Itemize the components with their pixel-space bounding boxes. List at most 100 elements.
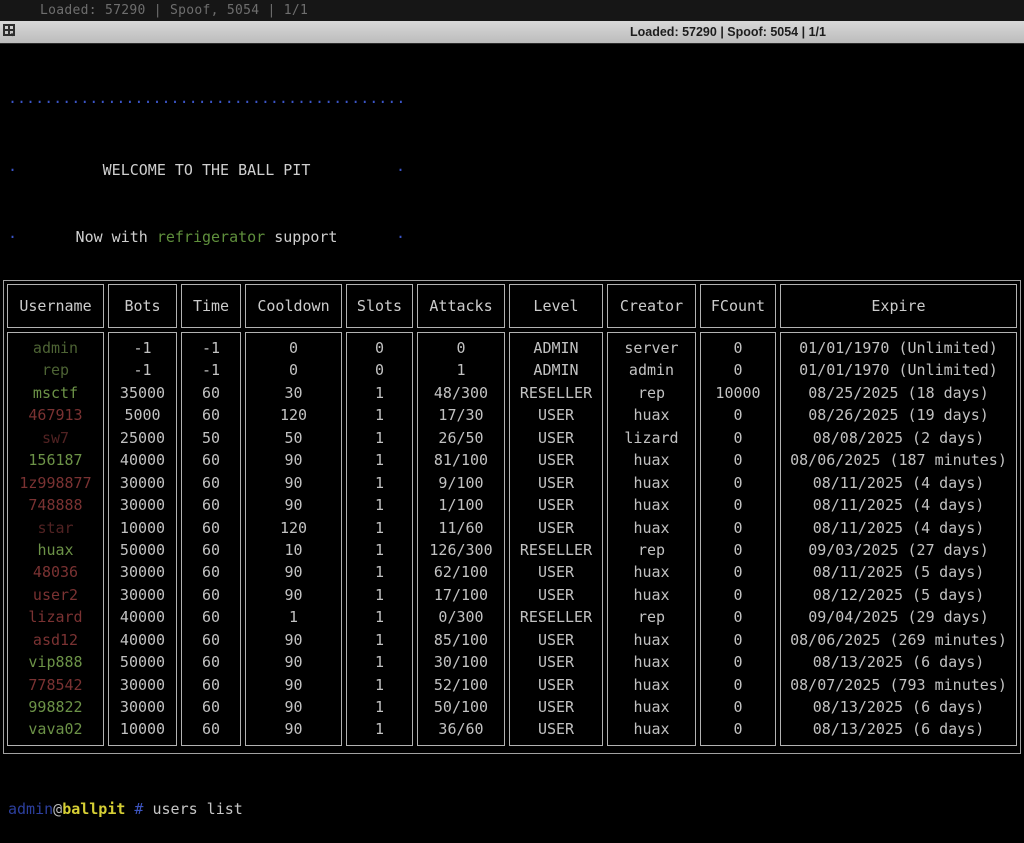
cell-fcount: 0 [701,517,775,539]
cell-slots: 0 [347,337,412,359]
cell-username: vava02 [8,718,103,740]
cell-expire: 01/01/1970 (Unlimited) [781,337,1016,359]
cell-attacks: 1 [418,359,504,381]
cell-expire: 08/11/2025 (4 days) [781,472,1016,494]
users-table-header: UsernameBotsTimeCooldownSlotsAttacksLeve… [7,284,1017,328]
cell-expire: 08/25/2025 (18 days) [781,382,1016,404]
cell-time: 60 [182,718,240,740]
cell-expire: 08/11/2025 (5 days) [781,561,1016,583]
banner-left-dot: · [8,226,17,249]
cell-creator: huax [608,517,695,539]
col-expire: 01/01/1970 (Unlimited)01/01/1970 (Unlimi… [780,332,1017,746]
cell-expire: 08/06/2025 (187 minutes) [781,449,1016,471]
cell-bots: 10000 [109,718,176,740]
col-header-fcount: FCount [700,284,776,328]
cell-slots: 1 [347,382,412,404]
cell-slots: 1 [347,696,412,718]
cell-creator: rep [608,539,695,561]
cell-attacks: 0/300 [418,606,504,628]
cell-level: USER [510,584,602,606]
cell-level: USER [510,718,602,740]
cell-username: 748888 [8,494,103,516]
col-header-username: Username [7,284,104,328]
cell-slots: 1 [347,494,412,516]
cell-time: 60 [182,629,240,651]
col-cooldown: 00301205090909012010909019090909090 [245,332,342,746]
cell-time: 60 [182,404,240,426]
cell-level: RESELLER [510,539,602,561]
cell-level: USER [510,494,602,516]
cell-attacks: 50/100 [418,696,504,718]
cell-creator: huax [608,404,695,426]
cell-expire: 01/01/1970 (Unlimited) [781,359,1016,381]
cell-bots: 30000 [109,584,176,606]
cell-bots: 30000 [109,472,176,494]
col-level: ADMINADMINRESELLERUSERUSERUSERUSERUSERUS… [509,332,603,746]
col-time: -1-160605060606060606060606060606060 [181,332,241,746]
cell-cooldown: 90 [246,718,341,740]
cell-slots: 0 [347,359,412,381]
cell-fcount: 10000 [701,382,775,404]
cell-time: 60 [182,561,240,583]
banner-subtitle: Now with refrigerator support [76,226,338,249]
cell-username: 1z998877 [8,472,103,494]
cell-slots: 1 [347,472,412,494]
cell-bots: 30000 [109,696,176,718]
prompt-user: admin [8,800,53,818]
cell-level: RESELLER [510,382,602,404]
cell-cooldown: 90 [246,674,341,696]
cell-creator: huax [608,674,695,696]
cell-fcount: 0 [701,427,775,449]
cell-bots: 10000 [109,517,176,539]
cell-cooldown: 90 [246,449,341,471]
cell-level: ADMIN [510,359,602,381]
cell-time: 60 [182,674,240,696]
col-header-cooldown: Cooldown [245,284,342,328]
cell-fcount: 0 [701,629,775,651]
top-status-text: Loaded: 57290 | Spoof, 5054 | 1/1 [40,3,308,18]
window-titlebar: ▾ Loaded: 57290 | Spoof: 5054 | 1/1 [0,21,1024,44]
cell-level: USER [510,449,602,471]
cell-expire: 08/13/2025 (6 days) [781,651,1016,673]
cell-creator: huax [608,629,695,651]
cell-username: user2 [8,584,103,606]
cell-expire: 08/12/2025 (5 days) [781,584,1016,606]
col-header-attacks: Attacks [417,284,505,328]
cell-attacks: 36/60 [418,718,504,740]
cell-attacks: 17/30 [418,404,504,426]
cell-fcount: 0 [701,472,775,494]
cell-time: 60 [182,472,240,494]
cell-bots: 30000 [109,494,176,516]
window-menu-icon[interactable]: ▾ [3,24,20,41]
banner-title: WELCOME TO THE BALL PIT [103,159,311,182]
cell-expire: 09/04/2025 (29 days) [781,606,1016,628]
cell-creator: huax [608,472,695,494]
cell-creator: lizard [608,427,695,449]
cell-bots: -1 [109,359,176,381]
cell-creator: rep [608,606,695,628]
cell-level: USER [510,651,602,673]
users-table: UsernameBotsTimeCooldownSlotsAttacksLeve… [3,280,1021,754]
col-header-creator: Creator [607,284,696,328]
cell-attacks: 81/100 [418,449,504,471]
cell-attacks: 1/100 [418,494,504,516]
cell-username: 48036 [8,561,103,583]
cell-username: 156187 [8,449,103,471]
window-title: Loaded: 57290 | Spoof: 5054 | 1/1 [630,21,826,44]
cell-cooldown: 120 [246,517,341,539]
banner-right-dot: · [396,226,405,249]
cell-fcount: 0 [701,539,775,561]
cell-expire: 08/11/2025 (4 days) [781,494,1016,516]
cell-username: 778542 [8,674,103,696]
cell-level: RESELLER [510,606,602,628]
cell-level: USER [510,472,602,494]
cell-level: ADMIN [510,337,602,359]
cell-attacks: 48/300 [418,382,504,404]
cell-slots: 1 [347,584,412,606]
cell-creator: server [608,337,695,359]
cell-level: USER [510,517,602,539]
cell-level: USER [510,674,602,696]
col-slots: 001111111111111111 [346,332,413,746]
cell-time: 60 [182,517,240,539]
cell-username: asd12 [8,629,103,651]
